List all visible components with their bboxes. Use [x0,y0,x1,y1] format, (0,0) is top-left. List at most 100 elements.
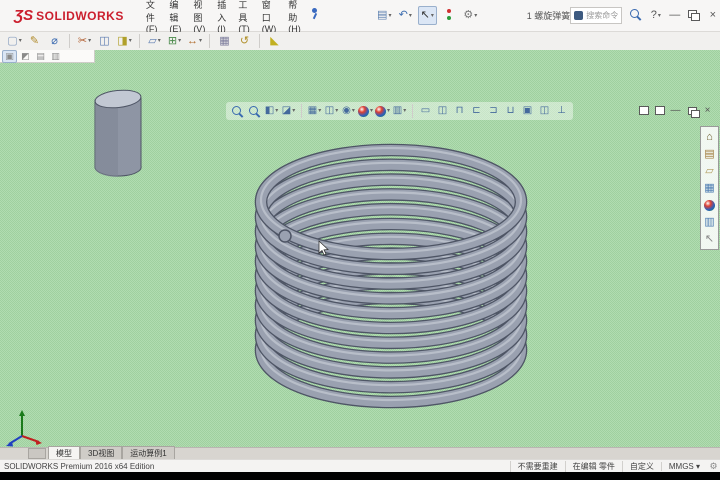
doc-restore-icon[interactable] [685,104,698,117]
display-style-icon[interactable]: ◫▾ [324,104,339,119]
toolbar-separator [301,104,302,118]
status-rebuild-text: 不需要重建 [510,461,565,472]
front-view-icon[interactable]: ▭ [418,104,433,119]
design-library-icon[interactable]: ▤ [703,147,717,161]
tab-motion-study[interactable]: 运动算例1 [122,446,174,460]
sketch-button[interactable]: ▢▾ [6,33,23,50]
toolbar-separator [209,34,210,48]
view-settings-icon[interactable]: ▥▾ [392,104,407,119]
tab-3d-views[interactable]: 3D视图 [80,446,122,460]
menu-pin-icon[interactable] [307,5,324,22]
dropdown-caret-icon: ▾ [158,38,161,44]
coil-wire-end [279,230,291,242]
dropdown-caret-icon: ▾ [335,108,338,114]
hide-show-items-icon[interactable]: ◉▾ [341,104,356,119]
left-view-icon[interactable]: ⊏ [469,104,484,119]
search-scope-icon [574,11,583,20]
3ds-logo-mark: ƷS [14,7,33,24]
zoom-area-icon[interactable] [247,104,262,119]
status-units-selector[interactable]: MMGS ▾ [661,462,707,471]
dimetric-view-icon[interactable]: ◫ [537,104,552,119]
mirror-entities-icon[interactable]: ▱▾ [146,33,163,50]
document-window-controls: —× [637,104,714,117]
tab-features-icon[interactable]: ▣ [2,50,17,63]
toolbar-separator [139,34,140,48]
status-edition-text: SOLIDWORKS Premium 2016 x64 Edition [4,462,154,471]
mouse-cursor [318,240,330,256]
close-button[interactable]: × [704,7,720,24]
toolbar-separator [69,34,70,48]
doc-next-window-icon[interactable] [653,104,666,117]
normal-to-icon[interactable]: ⊥ [554,104,569,119]
tab-model[interactable]: 模型 [48,446,80,460]
sketch-toolbar: ▢▾✎⌀ ✂▾◫◨▾ ▱▾⊞▾↔▾ ▦↺ ◣ [0,32,720,51]
dropdown-caret-icon: ▾ [129,38,132,44]
letterbox-band [0,472,720,480]
trim-entities-icon[interactable]: ✂▾ [76,33,93,50]
convert-entities-icon[interactable]: ◫ [96,33,113,50]
view-orientation-icon[interactable]: ▦▾ [307,104,322,119]
appearances-scenes-icon[interactable] [703,198,717,212]
doc-previous-window-icon[interactable] [637,104,650,117]
edit-appearance-icon[interactable]: ▾ [358,104,373,119]
dropdown-caret-icon: ▾ [19,38,22,44]
document-title: 1 螺旋弹簧 [527,9,571,22]
save-button[interactable]: ▤▾ [376,7,393,24]
offset-entities-icon[interactable]: ◨▾ [116,33,133,50]
bottom-view-icon[interactable]: ⊔ [503,104,518,119]
toolbar-separator [412,104,413,118]
options-button[interactable]: ⚙▾ [462,7,479,24]
dropdown-caret-icon: ▾ [292,108,295,114]
minimize-button[interactable]: — [666,7,683,24]
dropdown-caret-icon: ▾ [409,13,412,19]
help-button[interactable]: ?▾ [647,7,664,24]
view-palette-icon[interactable]: ▦ [703,181,717,195]
dropdown-caret-icon: ▾ [387,108,390,114]
tab-surfaces-icon[interactable]: ▤ [34,51,47,62]
doc-close-icon[interactable]: × [701,104,714,117]
search-run-icon[interactable] [628,7,645,24]
tab-evaluate-icon[interactable]: ▥ [49,51,62,62]
iso-view-icon[interactable]: ▣ [520,104,535,119]
titlebar: ƷS SOLIDWORKS 文件(F)编辑(E)视图(V)插入(I)工具(T)窗… [0,0,720,32]
graphics-viewport[interactable]: ◧▾◪▾▦▾◫▾◉▾▾▾▥▾▭◫⊓⊏⊐⊔▣◫⊥ —× ⌂▤▱▦▥↖ [0,50,720,447]
dropdown-caret-icon: ▾ [352,108,355,114]
rebuild-button[interactable] [441,7,458,24]
cylinder-part[interactable] [90,86,146,186]
file-explorer-icon[interactable]: ▱ [703,164,717,178]
apply-scene-icon[interactable]: ▾ [375,104,390,119]
search-placeholder: 搜索命令 [586,10,618,21]
helical-coil-part[interactable] [252,140,530,412]
smart-dimension-icon[interactable]: ⌀ [46,33,63,50]
status-options-icon[interactable]: ⚙ [707,461,720,473]
solidworks-logo: ƷS SOLIDWORKS [14,7,124,24]
custom-properties-icon[interactable]: ▥ [703,215,717,229]
top-view-icon[interactable]: ⊓ [452,104,467,119]
previous-view-icon[interactable]: ◧▾ [264,104,279,119]
back-view-icon[interactable]: ◫ [435,104,450,119]
search-input[interactable]: 搜索命令 [570,7,622,24]
chamfer-tool-icon[interactable]: ◣ [266,33,283,50]
undo-button[interactable]: ↶▾ [397,7,414,24]
commandmanager-tabs: ▣◩▤▥ [0,50,95,63]
restore-button[interactable] [685,7,702,24]
move-entities-icon[interactable]: ↔▾ [186,33,203,50]
zoom-fit-icon[interactable] [230,104,245,119]
linear-pattern-icon[interactable]: ⊞▾ [166,33,183,50]
pane-pin-icon[interactable]: ↖ [703,232,717,246]
display-relations-icon[interactable]: ▦ [216,33,233,50]
toolbar-separator [259,34,260,48]
tab-scroll-control[interactable] [28,448,46,459]
orientation-triad [2,408,46,447]
tab-sketch-icon[interactable]: ◩ [19,51,32,62]
repair-sketch-icon[interactable]: ↺ [236,33,253,50]
task-pane: ⌂ ▤ ▱ ▦ ▥ ↖ [700,126,719,250]
section-view-icon[interactable]: ◪▾ [281,104,296,119]
headsup-view-toolbar: ◧▾◪▾▦▾◫▾◉▾▾▾▥▾▭◫⊓⊏⊐⊔▣◫⊥ [226,102,573,120]
home-icon[interactable]: ⌂ [703,130,717,144]
doc-minimize-icon[interactable]: — [669,104,682,117]
sketch-pencil-icon[interactable]: ✎ [26,33,43,50]
status-custom-text[interactable]: 自定义 [622,461,661,472]
select-tool-button[interactable]: ↖▾ [418,6,437,25]
right-view-icon[interactable]: ⊐ [486,104,501,119]
